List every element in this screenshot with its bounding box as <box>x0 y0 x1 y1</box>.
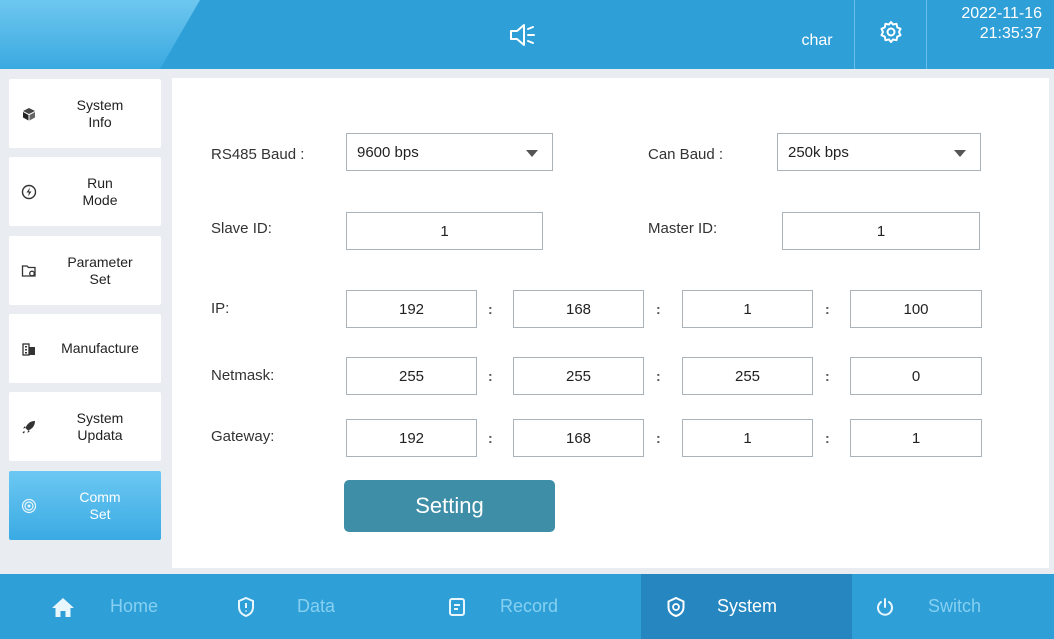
master-id-label: Master ID: <box>648 220 718 237</box>
nav-switch-label: Switch <box>928 596 982 616</box>
signal-icon <box>9 498 49 514</box>
netmask-octet-1-input[interactable]: 255 <box>346 357 477 395</box>
sidebar-item-label: System Info <box>76 96 124 130</box>
master-id-input[interactable]: 1 <box>782 212 980 250</box>
sidebar-item-comm-set[interactable]: Comm Set <box>9 471 161 540</box>
document-icon <box>444 596 470 618</box>
date-text: 2022-11-16 <box>961 5 1042 22</box>
rs485-baud-value: 9600 bps <box>357 143 419 161</box>
nav-switch[interactable]: Switch <box>852 574 1054 639</box>
netmask-octet-4-input[interactable]: 0 <box>850 357 982 395</box>
gateway-separator: : <box>656 430 661 446</box>
slave-id-label: Slave ID: <box>211 220 272 237</box>
home-icon <box>50 596 76 618</box>
nav-system-label: System <box>717 596 778 616</box>
gear-icon <box>879 20 903 49</box>
power-icon <box>872 596 898 618</box>
system-gear-icon <box>663 596 689 618</box>
sidebar-item-label: Comm Set <box>79 488 121 522</box>
lightning-circle-icon <box>9 184 49 200</box>
can-baud-select[interactable]: 250k bps <box>777 133 981 171</box>
netmask-separator: : <box>488 368 493 384</box>
gateway-label: Gateway: <box>211 428 275 445</box>
rocket-icon <box>9 419 49 435</box>
datetime: 2022-11-16 21:35:37 <box>928 0 1054 69</box>
rs485-baud-select[interactable]: 9600 bps <box>346 133 553 171</box>
gateway-separator: : <box>488 430 493 446</box>
sidebar-item-run-mode[interactable]: Run Mode <box>9 157 161 226</box>
header-decoration <box>0 0 200 69</box>
shield-icon <box>233 596 259 618</box>
sidebar-item-system-info[interactable]: System Info <box>9 79 161 148</box>
netmask-octet-2-input[interactable]: 255 <box>513 357 644 395</box>
ip-separator: : <box>825 301 830 317</box>
nav-data-label: Data <box>297 596 336 616</box>
gateway-octet-2-input[interactable]: 168 <box>513 419 644 457</box>
ip-octet-1-input[interactable]: 192 <box>346 290 477 328</box>
can-baud-label: Can Baud : <box>648 146 724 163</box>
chevron-down-icon <box>954 150 966 157</box>
ip-octet-4-input[interactable]: 100 <box>850 290 982 328</box>
nav-system[interactable]: System <box>641 574 852 639</box>
chevron-down-icon <box>526 150 538 157</box>
bottom-nav: Home Data Record System Switch <box>0 574 1054 639</box>
nav-record[interactable]: Record <box>422 574 633 639</box>
sidebar-item-label: Manufacture <box>61 340 139 356</box>
time-text: 21:35:37 <box>979 25 1042 42</box>
gateway-octet-3-input[interactable]: 1 <box>682 419 813 457</box>
netmask-separator: : <box>825 368 830 384</box>
sidebar-item-label: Parameter Set <box>67 253 133 287</box>
sidebar-item-parameter-set[interactable]: Parameter Set <box>9 236 161 305</box>
setting-button[interactable]: Setting <box>344 480 555 532</box>
sidebar-item-system-updata[interactable]: System Updata <box>9 392 161 461</box>
netmask-label: Netmask: <box>211 367 275 384</box>
ip-label: IP: <box>211 300 230 317</box>
ip-separator: : <box>488 301 493 317</box>
ip-octet-2-input[interactable]: 168 <box>513 290 644 328</box>
netmask-separator: : <box>656 368 661 384</box>
sidebar: System Info Run Mode Parameter Set Manuf… <box>0 69 172 574</box>
slave-id-input[interactable]: 1 <box>346 212 543 250</box>
folder-gear-icon <box>9 263 49 279</box>
settings-button[interactable] <box>855 0 927 69</box>
rs485-baud-label: RS485 Baud : <box>211 146 305 163</box>
speaker-icon[interactable] <box>508 22 538 48</box>
user-name[interactable]: char <box>780 0 855 69</box>
gateway-separator: : <box>825 430 830 446</box>
ip-octet-3-input[interactable]: 1 <box>682 290 813 328</box>
cube-icon <box>9 107 49 121</box>
can-baud-value: 250k bps <box>788 143 849 161</box>
gateway-octet-4-input[interactable]: 1 <box>850 419 982 457</box>
sidebar-item-manufacture[interactable]: Manufacture <box>9 314 161 383</box>
nav-home-label: Home <box>110 596 159 616</box>
sidebar-item-label: Run Mode <box>82 174 118 208</box>
netmask-octet-3-input[interactable]: 255 <box>682 357 813 395</box>
top-header: char 2022-11-16 21:35:37 <box>0 0 1054 69</box>
gateway-octet-1-input[interactable]: 192 <box>346 419 477 457</box>
ip-separator: : <box>656 301 661 317</box>
building-icon <box>9 341 49 357</box>
nav-data[interactable]: Data <box>211 574 422 639</box>
sidebar-item-label: System Updata <box>76 409 124 443</box>
nav-record-label: Record <box>500 596 559 616</box>
nav-home[interactable]: Home <box>0 574 211 639</box>
